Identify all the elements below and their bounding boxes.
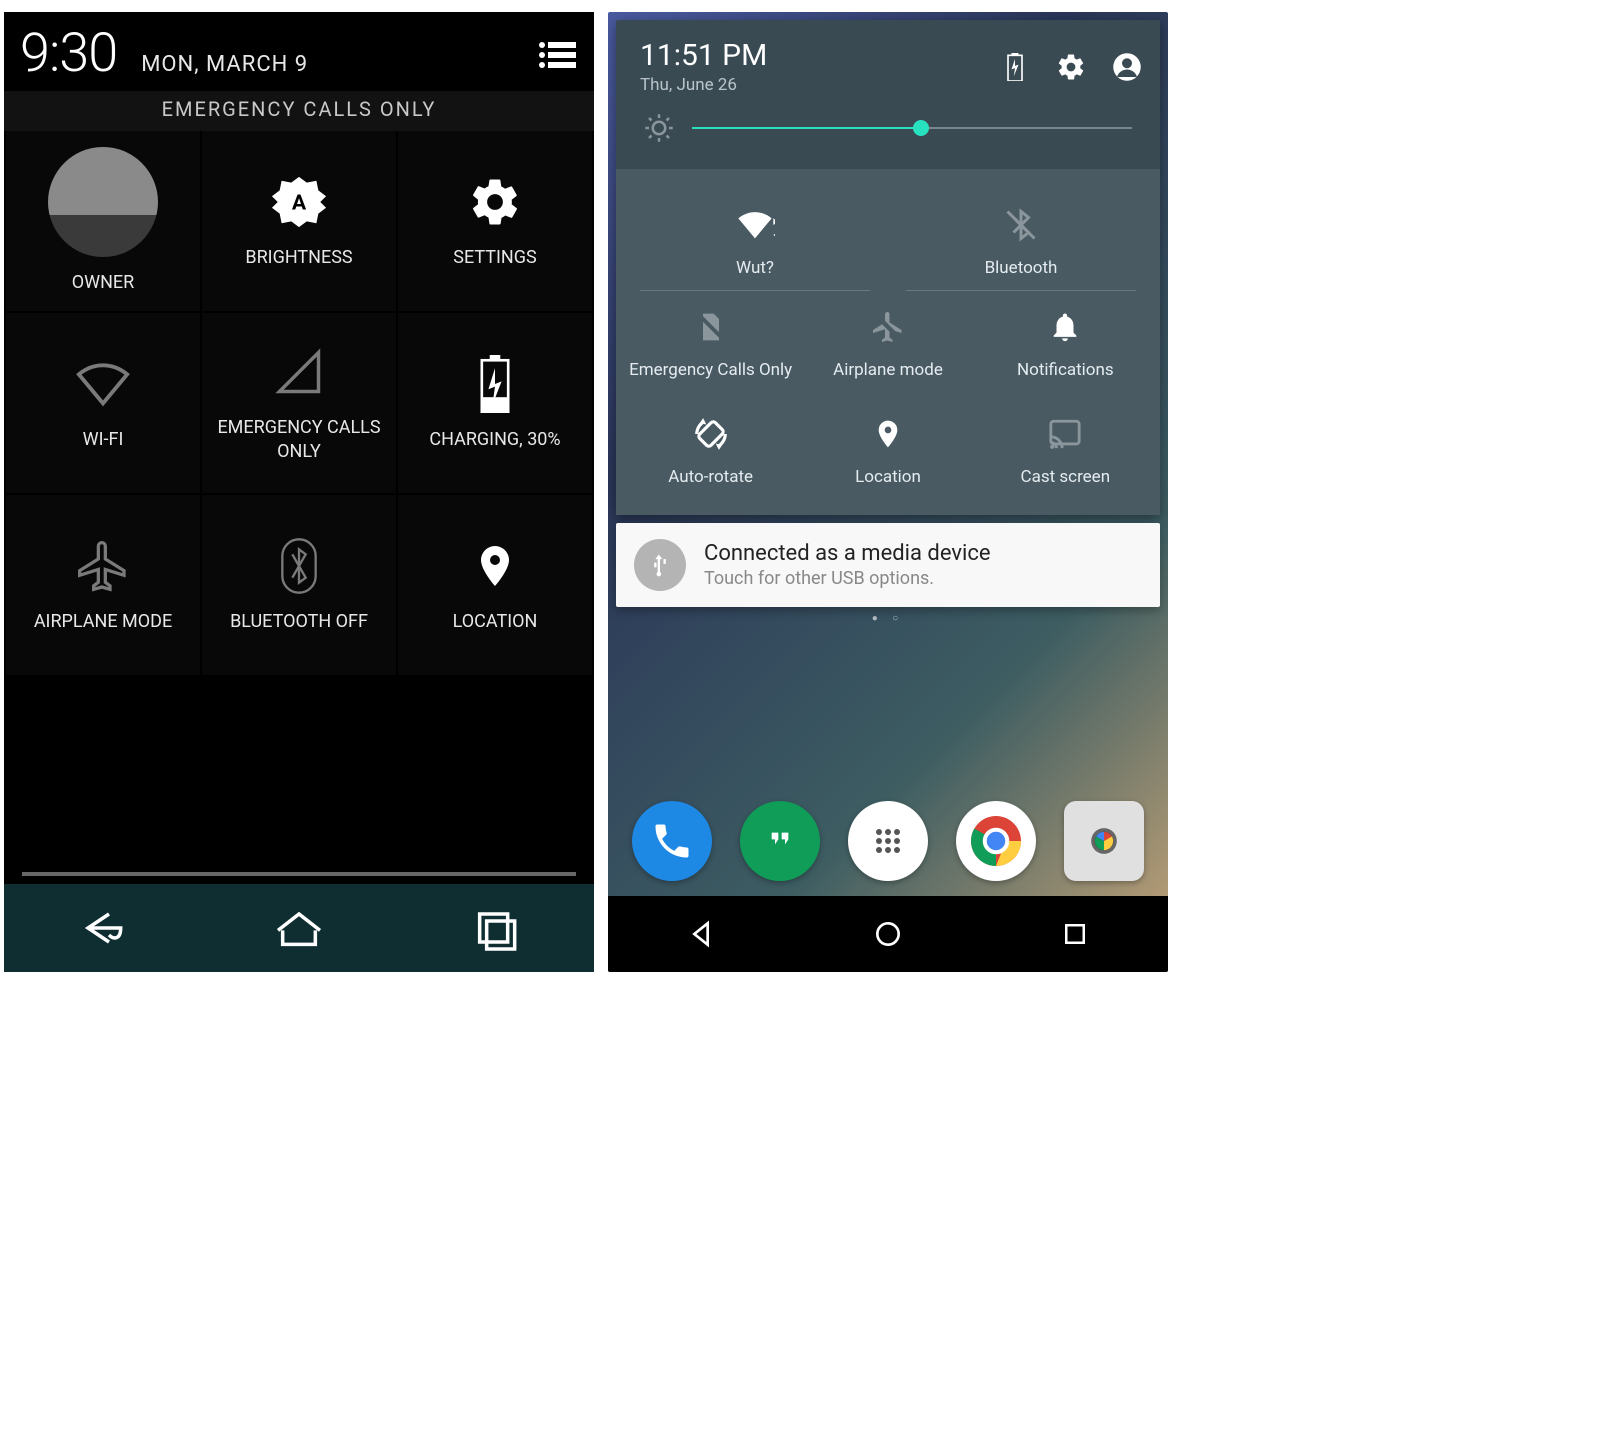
bell-icon bbox=[1045, 307, 1085, 347]
location-pin-icon bbox=[868, 414, 908, 454]
profile-button[interactable] bbox=[1112, 52, 1142, 82]
tile-notifications[interactable]: Notifications bbox=[977, 291, 1154, 398]
settings-button[interactable] bbox=[1056, 52, 1086, 82]
nav-back-icon[interactable] bbox=[681, 914, 721, 954]
status-bar: 9:30 MON, MARCH 9 bbox=[4, 12, 594, 91]
nav-home-icon[interactable] bbox=[271, 900, 327, 956]
app-phone[interactable] bbox=[632, 801, 712, 881]
brightness-slider[interactable] bbox=[692, 114, 1132, 142]
app-chrome[interactable] bbox=[956, 801, 1036, 881]
app-camera[interactable] bbox=[1064, 801, 1144, 881]
airplane-off-icon bbox=[868, 307, 908, 347]
tile-label: EMERGENCY CALLS ONLY bbox=[202, 416, 396, 465]
tile-brightness[interactable]: A BRIGHTNESS bbox=[202, 131, 396, 311]
no-sim-icon bbox=[691, 307, 731, 347]
phone-lollipop: 11:51 PM Thu, June 26 Wut? bbox=[608, 12, 1168, 972]
tile-cellular[interactable]: EMERGENCY CALLS ONLY bbox=[202, 313, 396, 493]
clock-date: MON, MARCH 9 bbox=[141, 52, 308, 77]
phone-kitkat: 9:30 MON, MARCH 9 EMERGENCY CALLS ONLY O… bbox=[4, 12, 594, 972]
avatar-icon bbox=[48, 147, 158, 257]
tile-location[interactable]: Location bbox=[799, 398, 976, 505]
tile-wifi[interactable]: WI-FI bbox=[6, 313, 200, 493]
battery-icon bbox=[1000, 52, 1030, 82]
quick-settings-panel: Wut? Bluetooth Emergency Calls Only Airp… bbox=[616, 169, 1160, 515]
usb-icon bbox=[634, 539, 686, 591]
bluetooth-off-icon bbox=[1001, 205, 1041, 245]
notification-card[interactable]: Connected as a media device Touch for ot… bbox=[616, 523, 1160, 607]
tile-bluetooth[interactable]: BLUETOOTH OFF bbox=[202, 495, 396, 675]
tile-label: Auto-rotate bbox=[668, 466, 753, 489]
quick-settings-grid: OWNER A BRIGHTNESS SETTINGS WI-FI EMERGE… bbox=[4, 131, 594, 675]
tile-label: WI-FI bbox=[77, 428, 130, 452]
page-indicator: ● ○ bbox=[608, 607, 1168, 630]
clock-time: 9:30 bbox=[20, 22, 117, 85]
app-drawer[interactable] bbox=[848, 801, 928, 881]
tile-label: Airplane mode bbox=[833, 359, 943, 382]
location-pin-icon bbox=[465, 536, 525, 596]
cast-icon bbox=[1045, 414, 1085, 454]
tile-label: Cast screen bbox=[1021, 466, 1111, 489]
airplane-icon bbox=[73, 536, 133, 596]
wifi-icon bbox=[73, 354, 133, 414]
tile-wifi[interactable]: Wut? bbox=[640, 189, 870, 291]
notification-shade: 11:51 PM Thu, June 26 Wut? bbox=[616, 20, 1160, 515]
nav-back-icon[interactable] bbox=[74, 900, 130, 956]
app-hangouts[interactable] bbox=[740, 801, 820, 881]
tile-label: BRIGHTNESS bbox=[239, 246, 358, 270]
emergency-banner: EMERGENCY CALLS ONLY bbox=[4, 91, 594, 131]
list-menu-icon[interactable] bbox=[538, 39, 578, 71]
brightness-auto-icon: A bbox=[269, 172, 329, 232]
tile-label: BLUETOOTH OFF bbox=[224, 610, 374, 634]
gear-icon bbox=[465, 172, 525, 232]
tile-label: Emergency Calls Only bbox=[629, 359, 792, 382]
nav-home-icon[interactable] bbox=[868, 914, 908, 954]
tile-airplane[interactable]: AIRPLANE MODE bbox=[6, 495, 200, 675]
notification-title: Connected as a media device bbox=[704, 541, 991, 566]
bluetooth-icon bbox=[269, 536, 329, 596]
dock bbox=[608, 786, 1168, 896]
nav-bar bbox=[608, 896, 1168, 972]
svg-text:A: A bbox=[292, 191, 307, 216]
tile-cast[interactable]: Cast screen bbox=[977, 398, 1154, 505]
tile-label: Location bbox=[855, 466, 921, 489]
tile-settings[interactable]: SETTINGS bbox=[398, 131, 592, 311]
clock-date: Thu, June 26 bbox=[640, 75, 1000, 95]
tile-cellular[interactable]: Emergency Calls Only bbox=[622, 291, 799, 398]
signal-icon bbox=[269, 342, 329, 402]
nav-recent-icon[interactable] bbox=[1055, 914, 1095, 954]
tile-label: Wut? bbox=[736, 257, 774, 280]
tile-label: Bluetooth bbox=[985, 257, 1058, 280]
brightness-icon bbox=[644, 113, 674, 143]
nav-bar bbox=[4, 884, 594, 972]
notification-subtitle: Touch for other USB options. bbox=[704, 568, 991, 589]
battery-charging-icon bbox=[465, 354, 525, 414]
shade-header: 11:51 PM Thu, June 26 bbox=[616, 20, 1160, 103]
tile-label: AIRPLANE MODE bbox=[28, 610, 178, 634]
tile-autorotate[interactable]: Auto-rotate bbox=[622, 398, 799, 505]
tile-label: OWNER bbox=[66, 271, 141, 295]
tile-battery[interactable]: CHARGING, 30% bbox=[398, 313, 592, 493]
tile-owner[interactable]: OWNER bbox=[6, 131, 200, 311]
autorotate-icon bbox=[691, 414, 731, 454]
tile-label: CHARGING, 30% bbox=[423, 428, 566, 452]
tile-bluetooth[interactable]: Bluetooth bbox=[906, 189, 1136, 291]
shade-handle[interactable] bbox=[22, 872, 576, 876]
brightness-row bbox=[616, 103, 1160, 169]
wifi-icon bbox=[735, 205, 775, 245]
tile-label: LOCATION bbox=[447, 610, 544, 634]
tile-label: SETTINGS bbox=[447, 246, 542, 270]
tile-label: Notifications bbox=[1017, 359, 1114, 382]
tile-location[interactable]: LOCATION bbox=[398, 495, 592, 675]
nav-recent-icon[interactable] bbox=[468, 900, 524, 956]
clock-time: 11:51 PM bbox=[640, 38, 1000, 73]
tile-airplane[interactable]: Airplane mode bbox=[799, 291, 976, 398]
